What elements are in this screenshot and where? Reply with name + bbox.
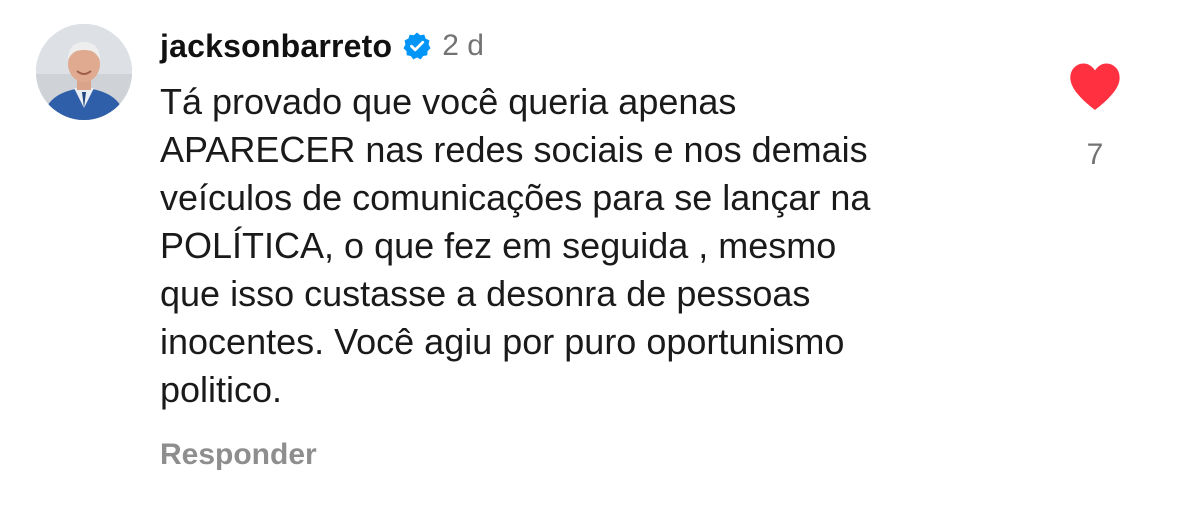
- comment-text-line: Tá provado que você queria apenas: [160, 81, 737, 122]
- comment-text-line: veículos de comunicações para se lançar …: [160, 177, 871, 218]
- comment-text-line: APARECER nas redes sociais e nos demais: [160, 129, 868, 170]
- comment-header: jacksonbarreto 2 d: [160, 26, 484, 66]
- like-count: 7: [1086, 138, 1104, 171]
- comment-text-line: inocentes. Você agiu por puro oportunism…: [160, 321, 845, 362]
- comment-text-line: politico.: [160, 369, 283, 410]
- comment: jacksonbarreto 2 d Tá provado que você q…: [0, 0, 1179, 519]
- avatar[interactable]: [36, 24, 132, 120]
- heart-icon[interactable]: [1068, 62, 1122, 112]
- verified-badge-icon: [402, 31, 432, 61]
- reply-button[interactable]: Responder: [160, 438, 317, 472]
- username[interactable]: jacksonbarreto: [160, 28, 392, 65]
- comment-text-line: que isso custasse a desonra de pessoas: [160, 273, 811, 314]
- comment-time: 2 d: [442, 29, 484, 62]
- comment-text: Tá provado que você queria apenas APAREC…: [160, 78, 1040, 414]
- profile-photo: [36, 24, 132, 120]
- comment-text-line: POLÍTICA, o que fez em seguida , mesmo: [160, 225, 837, 266]
